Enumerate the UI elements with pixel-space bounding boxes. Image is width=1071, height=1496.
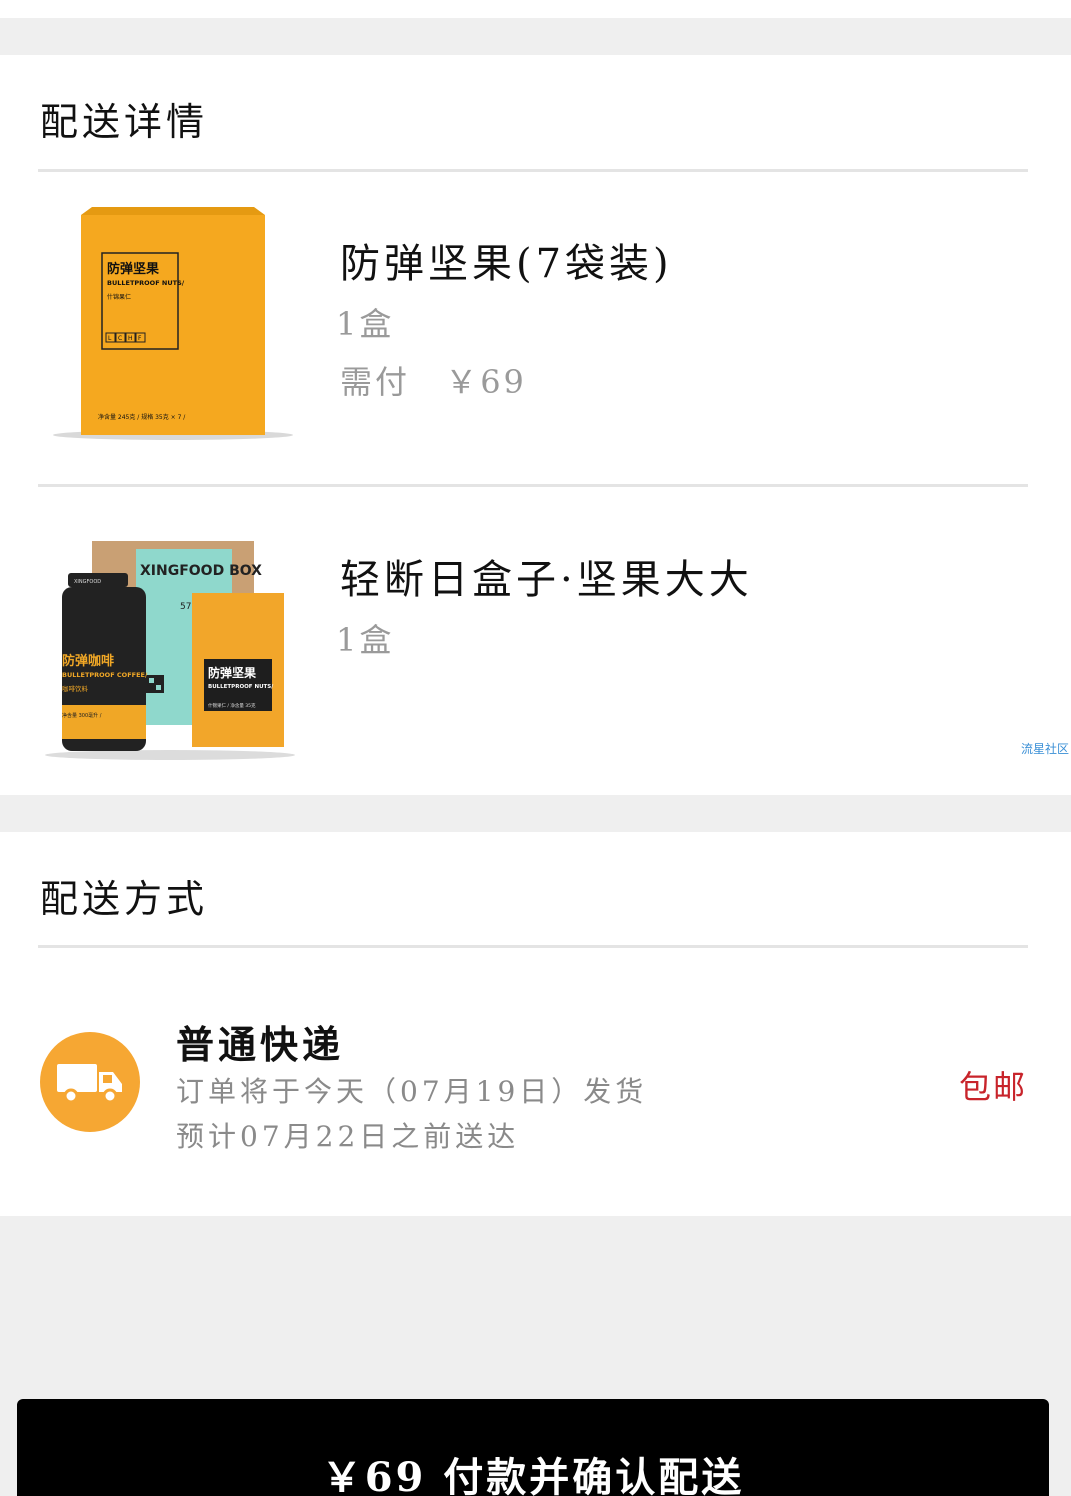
bag-english-text: BULLETPROOF NUTS/: [208, 684, 274, 690]
divider: [38, 169, 1028, 172]
tag-letter: C: [118, 335, 122, 342]
top-strip: [0, 0, 1071, 18]
product-price-line: 需付 ￥69: [340, 357, 527, 403]
product-quantity: 1盒: [336, 621, 395, 659]
box-english-text: BULLETPROOF NUTS/: [107, 279, 185, 287]
pay-button-label: ￥69 付款并确认配送: [321, 1454, 745, 1496]
box-sub-text: 什锦果仁: [107, 293, 131, 301]
product-image-xingfood-box: XINGFOOD BOX 575 XINGFOOD 防弹咖啡 BULLETPRO…: [40, 533, 302, 763]
tag-letter: F: [138, 335, 142, 342]
delivery-details-card: 配送详情 防弹坚果 BULLETPROOF NUTS/ 什锦果仁 L C H F…: [0, 55, 1071, 795]
product-quantity: 1盒: [336, 305, 395, 343]
product-name: 防弹坚果(7袋装): [340, 241, 673, 287]
product-name: 轻断日盒子·坚果大大: [340, 557, 753, 603]
can-sub-text: 咖啡饮料: [62, 684, 89, 693]
bag-sub-text: 什锦果仁 / 净含量 35克: [208, 702, 256, 709]
product-image-bulletproof-nuts: 防弹坚果 BULLETPROOF NUTS/ 什锦果仁 L C H F 净含量 …: [40, 203, 300, 443]
can-english-text: BULLETPROOF COFFEE/: [62, 671, 148, 679]
shipping-method-card: 配送方式 普通快递 订单将于今天（07月19日）发货 预计07月22日之前送达 …: [0, 832, 1071, 1216]
can-brand-text: XINGFOOD: [74, 579, 101, 585]
can-name-text: 防弹咖啡: [62, 653, 114, 669]
box-footer-text: 净含量 245克 / 规格 35克 × 7 /: [98, 413, 186, 421]
free-shipping-badge: 包邮: [958, 1068, 1027, 1106]
section-title-shipping-method: 配送方式: [40, 877, 209, 921]
divider: [38, 945, 1028, 948]
box-brand-text: 防弹坚果: [107, 261, 159, 277]
truck-icon: [40, 1032, 140, 1132]
price-label: 需付: [340, 363, 411, 401]
shipping-dispatch-info: 订单将于今天（07月19日）发货: [176, 1075, 648, 1108]
watermark-text: 流星社区: [1020, 742, 1069, 756]
bag-name-text: 防弹坚果: [208, 665, 256, 680]
tag-letter: H: [128, 335, 133, 342]
pay-confirm-button[interactable]: ￥69 付款并确认配送: [17, 1399, 1049, 1496]
box-title-text: XINGFOOD BOX: [140, 563, 262, 579]
section-title-delivery-details: 配送详情: [40, 100, 209, 144]
can-volume-text: 净含量 300毫升 /: [62, 712, 102, 719]
shipping-eta: 预计07月22日之前送达: [176, 1120, 520, 1153]
price-value: ￥69: [445, 363, 527, 401]
shipping-method-name: 普通快递: [176, 1022, 345, 1067]
divider: [38, 484, 1028, 487]
